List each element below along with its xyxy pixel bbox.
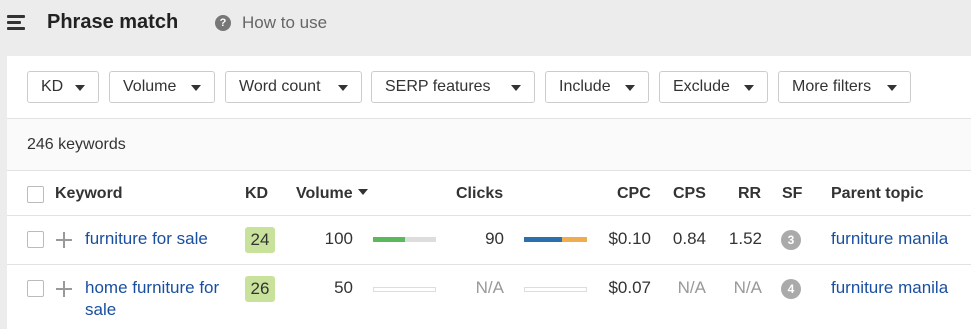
row-checkbox[interactable] bbox=[27, 280, 44, 297]
cpc-value: $0.10 bbox=[608, 229, 651, 248]
filter-more-filters-button[interactable]: More filters bbox=[778, 71, 911, 103]
filter-volume-button[interactable]: Volume bbox=[109, 71, 215, 103]
filter-word-count-label: Word count bbox=[239, 78, 321, 95]
cps-value: N/A bbox=[677, 278, 706, 297]
menu-icon[interactable] bbox=[7, 13, 27, 31]
serp-features-badge[interactable]: 3 bbox=[781, 230, 801, 250]
page-title: Phrase match bbox=[47, 11, 179, 33]
kd-badge: 26 bbox=[245, 276, 275, 302]
parent-topic-link[interactable]: furniture manila bbox=[831, 229, 948, 249]
column-parent-topic[interactable]: Parent topic bbox=[831, 185, 923, 203]
filter-kd-button[interactable]: KD bbox=[27, 71, 99, 103]
volume-bar-fill bbox=[373, 237, 405, 242]
add-to-list-icon[interactable] bbox=[56, 281, 72, 297]
clicks-value: N/A bbox=[475, 278, 504, 297]
chevron-down-icon bbox=[887, 85, 897, 91]
table-row: home furniture for sale 26 50 N/A $0.07 … bbox=[7, 265, 971, 329]
serp-features-badge[interactable]: 4 bbox=[781, 279, 801, 299]
chevron-down-icon bbox=[75, 85, 85, 91]
column-sf[interactable]: SF bbox=[782, 185, 802, 203]
column-keyword[interactable]: Keyword bbox=[55, 185, 123, 203]
keywords-panel: KD Volume Word count SERP features Inclu… bbox=[7, 56, 971, 329]
select-all-checkbox[interactable] bbox=[27, 186, 44, 203]
column-clicks[interactable]: Clicks bbox=[456, 185, 503, 203]
parent-topic-link[interactable]: furniture manila bbox=[831, 278, 948, 298]
chevron-down-icon bbox=[191, 85, 201, 91]
cpc-value: $0.07 bbox=[608, 278, 651, 297]
table-header: Keyword KD Volume Clicks CPC CPS RR SF P… bbox=[7, 171, 971, 216]
filter-exclude-button[interactable]: Exclude bbox=[659, 71, 768, 103]
volume-value: 100 bbox=[324, 229, 353, 248]
filter-more-filters-label: More filters bbox=[792, 78, 872, 95]
chevron-down-icon bbox=[625, 85, 635, 91]
kd-badge: 24 bbox=[245, 227, 275, 253]
clicks-paid-segment bbox=[561, 237, 587, 242]
column-volume[interactable]: Volume bbox=[296, 185, 368, 203]
how-to-use-link[interactable]: How to use bbox=[242, 13, 327, 33]
rr-value: N/A bbox=[733, 278, 762, 297]
cps-value: 0.84 bbox=[672, 229, 706, 248]
filter-serp-features-button[interactable]: SERP features bbox=[371, 71, 535, 103]
column-cpc[interactable]: CPC bbox=[617, 185, 651, 203]
filter-bar: KD Volume Word count SERP features Inclu… bbox=[7, 56, 971, 119]
keyword-link-line2: sale bbox=[85, 300, 117, 319]
chevron-down-icon bbox=[511, 85, 521, 91]
keyword-link[interactable]: furniture for sale bbox=[85, 228, 208, 250]
filter-exclude-label: Exclude bbox=[673, 78, 730, 95]
rr-value: 1.52 bbox=[728, 229, 762, 248]
clicks-bar bbox=[524, 237, 587, 242]
row-checkbox[interactable] bbox=[27, 231, 44, 248]
keyword-link[interactable]: home furniture for sale bbox=[85, 277, 219, 321]
column-cps[interactable]: CPS bbox=[673, 185, 706, 203]
volume-bar bbox=[373, 287, 436, 292]
filter-include-button[interactable]: Include bbox=[545, 71, 649, 103]
filter-volume-label: Volume bbox=[123, 78, 177, 95]
top-bar: Phrase match ? How to use bbox=[0, 0, 971, 55]
keyword-count-row: 246 keywords bbox=[7, 119, 971, 171]
column-volume-label: Volume bbox=[296, 185, 353, 202]
keyword-count: 246 keywords bbox=[27, 136, 126, 153]
sort-desc-icon bbox=[357, 189, 368, 196]
column-kd[interactable]: KD bbox=[245, 185, 268, 203]
add-to-list-icon[interactable] bbox=[56, 232, 72, 248]
filter-include-label: Include bbox=[559, 78, 611, 95]
clicks-organic-segment bbox=[524, 237, 562, 242]
help-icon[interactable]: ? bbox=[215, 15, 231, 31]
filter-word-count-button[interactable]: Word count bbox=[225, 71, 362, 103]
table-row: furniture for sale 24 100 90 $0.10 0.84 … bbox=[7, 216, 971, 265]
clicks-value: 90 bbox=[485, 229, 504, 248]
volume-bar bbox=[373, 237, 436, 242]
column-rr[interactable]: RR bbox=[738, 185, 761, 203]
clicks-bar bbox=[524, 287, 587, 292]
filter-serp-features-label: SERP features bbox=[385, 78, 491, 95]
filter-kd-label: KD bbox=[41, 78, 64, 95]
chevron-down-icon bbox=[338, 85, 348, 91]
chevron-down-icon bbox=[744, 85, 754, 91]
keyword-link-line1: home furniture for bbox=[85, 278, 220, 297]
volume-value: 50 bbox=[334, 278, 353, 297]
